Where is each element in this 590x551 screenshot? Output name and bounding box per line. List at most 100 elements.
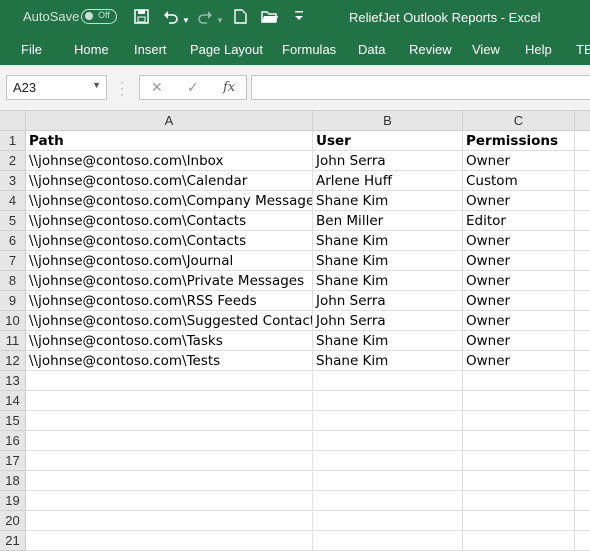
undo-dropdown-icon[interactable]: ▼	[182, 13, 190, 29]
cell-b10[interactable]: John Serra	[313, 311, 463, 331]
cell-d8[interactable]	[575, 271, 590, 291]
cell-d16[interactable]	[575, 431, 590, 451]
row-header-19[interactable]: 19	[0, 491, 26, 511]
cell-d9[interactable]	[575, 291, 590, 311]
undo-icon[interactable]	[163, 9, 179, 27]
row-header-5[interactable]: 5	[0, 211, 26, 231]
cell-c2[interactable]: Owner	[463, 151, 575, 171]
row-header-15[interactable]: 15	[0, 411, 26, 431]
cell-a2[interactable]: \\johnse@contoso.com\Inbox	[26, 151, 313, 171]
cell-c8[interactable]: Owner	[463, 271, 575, 291]
cancel-icon[interactable]: ✕	[151, 79, 163, 96]
redo-icon[interactable]	[197, 9, 213, 27]
new-document-icon[interactable]	[234, 9, 247, 27]
cell-c19[interactable]	[463, 491, 575, 511]
cell-b21[interactable]	[313, 531, 463, 551]
row-header-17[interactable]: 17	[0, 451, 26, 471]
cell-a19[interactable]	[26, 491, 313, 511]
cell-a10[interactable]: \\johnse@contoso.com\Suggested Contacts	[26, 311, 313, 331]
cell-b3[interactable]: Arlene Huff	[313, 171, 463, 191]
cell-b20[interactable]	[313, 511, 463, 531]
cell-c6[interactable]: Owner	[463, 231, 575, 251]
cell-c21[interactable]	[463, 531, 575, 551]
cell-b9[interactable]: John Serra	[313, 291, 463, 311]
row-header-1[interactable]: 1	[0, 131, 26, 151]
row-header-11[interactable]: 11	[0, 331, 26, 351]
cell-b1[interactable]: User	[313, 131, 463, 151]
cell-b17[interactable]	[313, 451, 463, 471]
cell-c12[interactable]: Owner	[463, 351, 575, 371]
cell-c16[interactable]	[463, 431, 575, 451]
cell-a12[interactable]: \\johnse@contoso.com\Tests	[26, 351, 313, 371]
cell-c4[interactable]: Owner	[463, 191, 575, 211]
cell-a8[interactable]: \\johnse@contoso.com\Private Messages	[26, 271, 313, 291]
cell-b11[interactable]: Shane Kim	[313, 331, 463, 351]
row-header-4[interactable]: 4	[0, 191, 26, 211]
cell-b15[interactable]	[313, 411, 463, 431]
cell-c17[interactable]	[463, 451, 575, 471]
cell-d7[interactable]	[575, 251, 590, 271]
cell-c13[interactable]	[463, 371, 575, 391]
cell-b18[interactable]	[313, 471, 463, 491]
cell-a15[interactable]	[26, 411, 313, 431]
cell-d21[interactable]	[575, 531, 590, 551]
cell-a9[interactable]: \\johnse@contoso.com\RSS Feeds	[26, 291, 313, 311]
customize-toolbar-icon[interactable]	[294, 9, 304, 28]
worksheet-grid[interactable]: ABCD1PathUserPermissions2\\johnse@contos…	[0, 111, 590, 551]
splitter-handle[interactable]: · · ·	[120, 76, 124, 100]
row-header-7[interactable]: 7	[0, 251, 26, 271]
insert-function-icon[interactable]: fx	[223, 80, 235, 95]
cell-a20[interactable]	[26, 511, 313, 531]
row-header-12[interactable]: 12	[0, 351, 26, 371]
chevron-down-icon[interactable]: ▼	[92, 80, 101, 90]
cell-a21[interactable]	[26, 531, 313, 551]
cell-c10[interactable]: Owner	[463, 311, 575, 331]
cell-c14[interactable]	[463, 391, 575, 411]
column-header-d[interactable]: D	[575, 111, 590, 131]
cell-c5[interactable]: Editor	[463, 211, 575, 231]
cell-b16[interactable]	[313, 431, 463, 451]
cell-b14[interactable]	[313, 391, 463, 411]
row-header-16[interactable]: 16	[0, 431, 26, 451]
tab-file[interactable]: File	[21, 42, 42, 57]
cell-d20[interactable]	[575, 511, 590, 531]
tab-home[interactable]: Home	[74, 42, 109, 57]
cell-d13[interactable]	[575, 371, 590, 391]
cell-a7[interactable]: \\johnse@contoso.com\Journal	[26, 251, 313, 271]
open-folder-icon[interactable]	[261, 9, 279, 27]
cell-c9[interactable]: Owner	[463, 291, 575, 311]
cell-b6[interactable]: Shane Kim	[313, 231, 463, 251]
tab-page-layout[interactable]: Page Layout	[190, 42, 263, 57]
cell-a3[interactable]: \\johnse@contoso.com\Calendar	[26, 171, 313, 191]
cell-a5[interactable]: \\johnse@contoso.com\Contacts	[26, 211, 313, 231]
formula-input[interactable]	[251, 75, 590, 100]
tab-review[interactable]: Review	[409, 42, 452, 57]
cell-d5[interactable]	[575, 211, 590, 231]
cell-d17[interactable]	[575, 451, 590, 471]
cell-c7[interactable]: Owner	[463, 251, 575, 271]
cell-b2[interactable]: John Serra	[313, 151, 463, 171]
cell-c15[interactable]	[463, 411, 575, 431]
cell-a13[interactable]	[26, 371, 313, 391]
cell-a4[interactable]: \\johnse@contoso.com\Company Messages	[26, 191, 313, 211]
cell-d19[interactable]	[575, 491, 590, 511]
tab-te[interactable]: TE	[576, 42, 590, 57]
enter-icon[interactable]: ✓	[187, 79, 199, 96]
cell-b7[interactable]: Shane Kim	[313, 251, 463, 271]
row-header-6[interactable]: 6	[0, 231, 26, 251]
cell-b19[interactable]	[313, 491, 463, 511]
cell-d18[interactable]	[575, 471, 590, 491]
cell-b4[interactable]: Shane Kim	[313, 191, 463, 211]
name-box[interactable]: A23 ▼	[6, 75, 107, 100]
column-header-b[interactable]: B	[313, 111, 463, 131]
cell-c1[interactable]: Permissions	[463, 131, 575, 151]
cell-d2[interactable]	[575, 151, 590, 171]
select-all-corner[interactable]	[0, 111, 26, 131]
cell-b12[interactable]: Shane Kim	[313, 351, 463, 371]
tab-help[interactable]: Help	[525, 42, 552, 57]
cell-a6[interactable]: \\johnse@contoso.com\Contacts	[26, 231, 313, 251]
cell-d15[interactable]	[575, 411, 590, 431]
cell-c11[interactable]: Owner	[463, 331, 575, 351]
cell-a1[interactable]: Path	[26, 131, 313, 151]
row-header-2[interactable]: 2	[0, 151, 26, 171]
